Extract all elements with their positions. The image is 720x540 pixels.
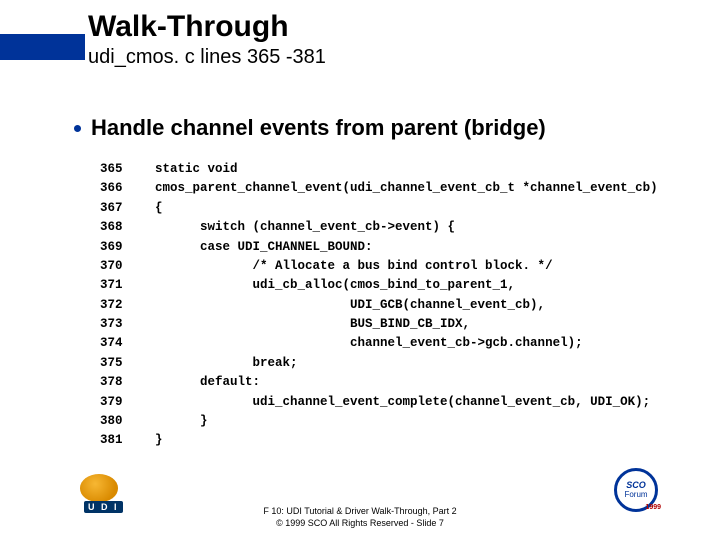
code-text: udi_cb_alloc(cmos_bind_to_parent_1,: [155, 276, 515, 295]
line-number: 370: [100, 257, 155, 276]
slide-footer: F 10: UDI Tutorial & Driver Walk-Through…: [0, 505, 720, 530]
globe-icon: [80, 474, 118, 502]
slide-title: Walk-Through: [88, 10, 289, 44]
code-line: 369 case UDI_CHANNEL_BOUND:: [100, 238, 658, 257]
line-number: 371: [100, 276, 155, 295]
bullet-item: Handle channel events from parent (bridg…: [74, 115, 546, 141]
code-line: 368 switch (channel_event_cb->event) {: [100, 218, 658, 237]
line-number: 379: [100, 393, 155, 412]
code-text: /* Allocate a bus bind control block. */: [155, 257, 553, 276]
line-number: 378: [100, 373, 155, 392]
code-line: 380 }: [100, 412, 658, 431]
line-number: 369: [100, 238, 155, 257]
code-line: 370 /* Allocate a bus bind control block…: [100, 257, 658, 276]
bullet-text: Handle channel events from parent (bridg…: [91, 115, 546, 141]
line-number: 372: [100, 296, 155, 315]
code-line: 374 channel_event_cb->gcb.channel);: [100, 334, 658, 353]
code-line: 371 udi_cb_alloc(cmos_bind_to_parent_1,: [100, 276, 658, 295]
line-number: 366: [100, 179, 155, 198]
code-text: UDI_GCB(channel_event_cb),: [155, 296, 545, 315]
line-number: 381: [100, 431, 155, 450]
code-text: }: [155, 412, 208, 431]
code-text: static void: [155, 160, 238, 179]
code-text: }: [155, 431, 163, 450]
sco-label: SCO: [624, 481, 647, 490]
code-text: cmos_parent_channel_event(udi_channel_ev…: [155, 179, 658, 198]
code-line: 379 udi_channel_event_complete(channel_e…: [100, 393, 658, 412]
code-text: default:: [155, 373, 260, 392]
footer-line-1: F 10: UDI Tutorial & Driver Walk-Through…: [0, 505, 720, 518]
code-line: 375 break;: [100, 354, 658, 373]
code-line: 365static void: [100, 160, 658, 179]
bullet-icon: [74, 125, 81, 132]
line-number: 380: [100, 412, 155, 431]
code-line: 367{: [100, 199, 658, 218]
code-text: udi_channel_event_complete(channel_event…: [155, 393, 650, 412]
slide-subtitle: udi_cmos. c lines 365 -381: [88, 46, 326, 69]
code-text: {: [155, 199, 163, 218]
code-text: BUS_BIND_CB_IDX,: [155, 315, 470, 334]
line-number: 373: [100, 315, 155, 334]
code-line: 366cmos_parent_channel_event(udi_channel…: [100, 179, 658, 198]
footer-line-2: © 1999 SCO All Rights Reserved - Slide 7: [0, 517, 720, 530]
code-text: break;: [155, 354, 298, 373]
line-number: 367: [100, 199, 155, 218]
line-number: 374: [100, 334, 155, 353]
code-line: 373 BUS_BIND_CB_IDX,: [100, 315, 658, 334]
line-number: 375: [100, 354, 155, 373]
code-listing: 365static void366cmos_parent_channel_eve…: [100, 160, 658, 451]
code-text: channel_event_cb->gcb.channel);: [155, 334, 583, 353]
header-accent-bar: [0, 34, 85, 60]
code-text: case UDI_CHANNEL_BOUND:: [155, 238, 373, 257]
code-line: 378 default:: [100, 373, 658, 392]
code-text: switch (channel_event_cb->event) {: [155, 218, 455, 237]
code-line: 372 UDI_GCB(channel_event_cb),: [100, 296, 658, 315]
code-line: 381}: [100, 431, 658, 450]
forum-label: Forum: [624, 491, 647, 499]
line-number: 368: [100, 218, 155, 237]
line-number: 365: [100, 160, 155, 179]
